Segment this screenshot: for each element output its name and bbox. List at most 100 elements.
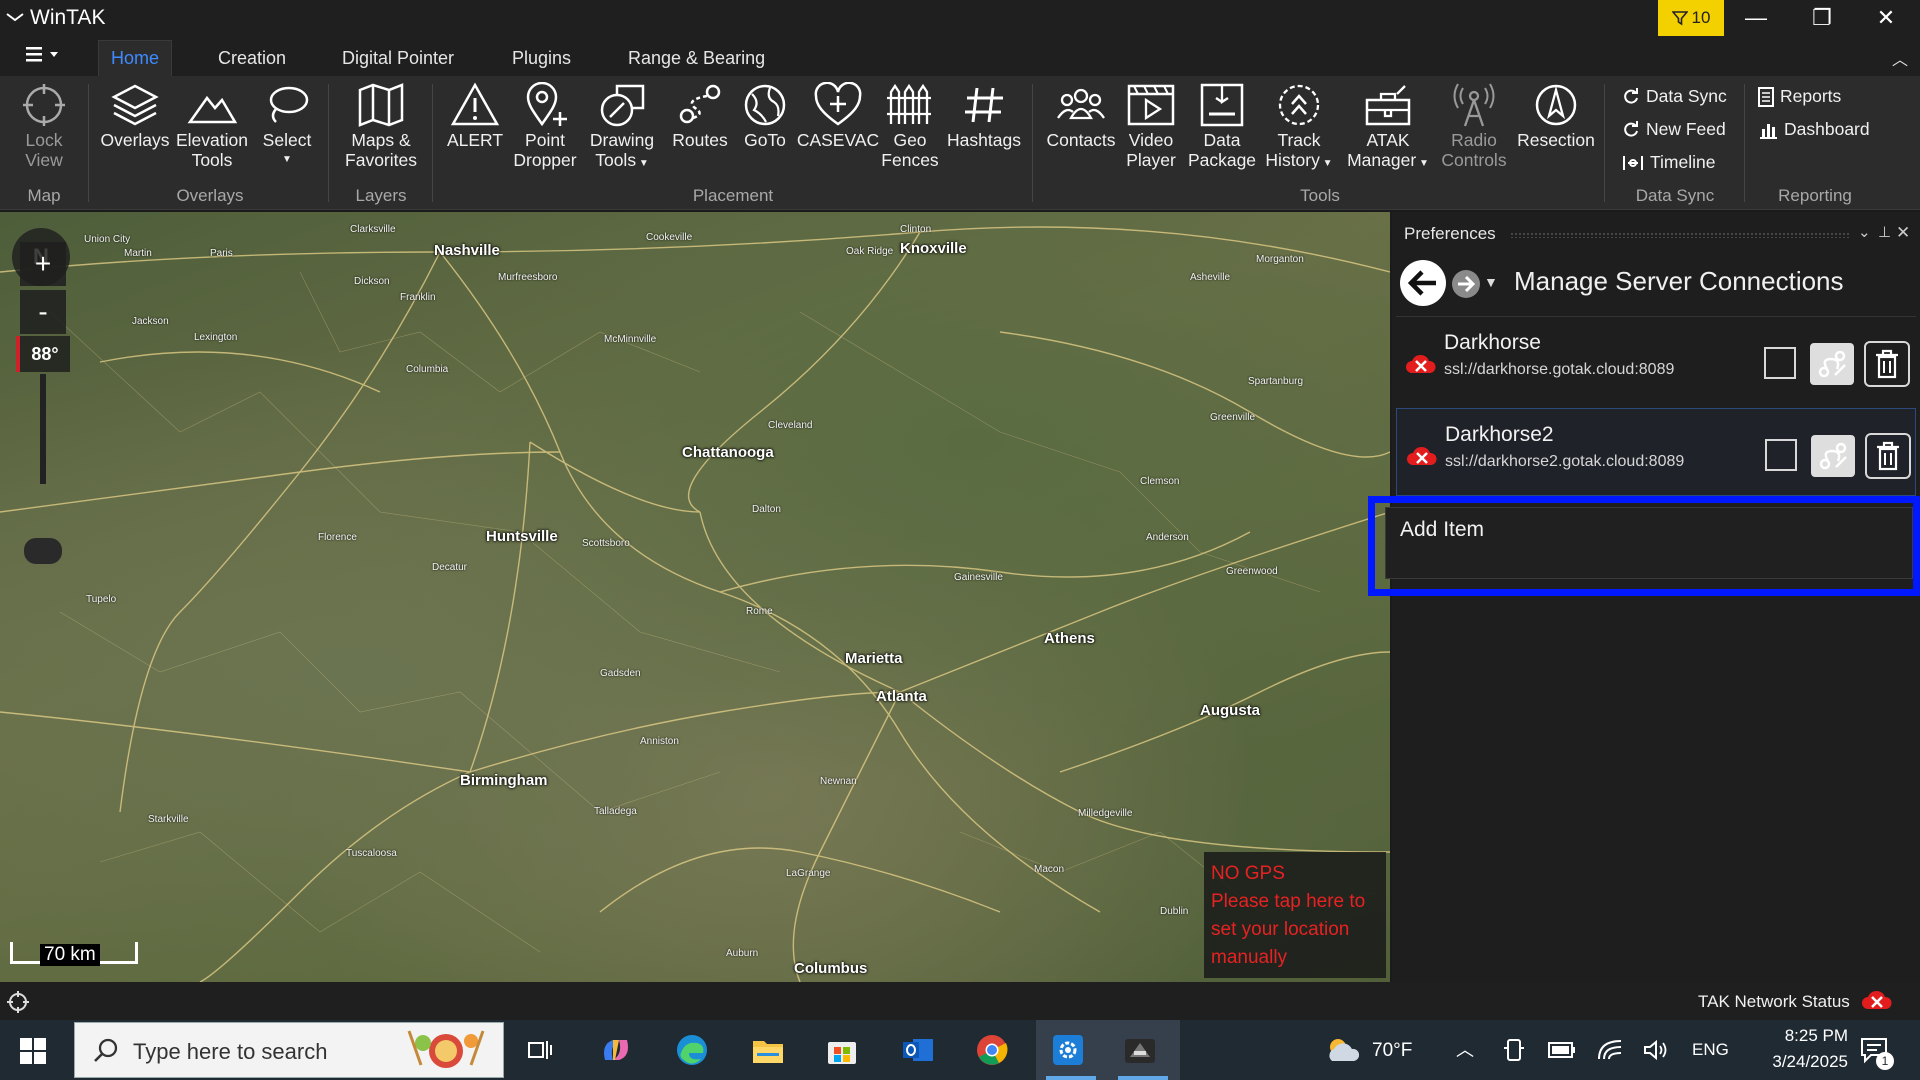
pin-icon[interactable]: ⊥ [1878, 223, 1891, 241]
town-label: Anderson [1146, 532, 1189, 543]
city-label: Marietta [845, 650, 903, 667]
tab-range-bearing[interactable]: Range & Bearing [616, 40, 777, 76]
resection-button[interactable]: Resection [1514, 82, 1598, 150]
close-button[interactable]: ✕ [1856, 0, 1916, 36]
wintak-app-icon[interactable] [1122, 1032, 1158, 1068]
chevron-down-icon[interactable]: ⌄ [1858, 223, 1871, 241]
server-enabled-checkbox[interactable] [1764, 347, 1796, 379]
forward-button[interactable] [1452, 270, 1480, 298]
edit-server-button[interactable] [1811, 435, 1855, 477]
taskbar-search-box[interactable]: Type here to search [74, 1022, 504, 1078]
tray-overflow-chevron-icon[interactable]: ︿ [1456, 1036, 1474, 1062]
history-dropdown-icon[interactable]: ▼ [1484, 274, 1498, 290]
zoom-out-button[interactable]: - [20, 290, 66, 334]
hamburger-menu-icon [26, 47, 58, 62]
filter-button[interactable]: 10 [1658, 0, 1724, 36]
back-button[interactable] [1400, 260, 1446, 306]
add-item-button[interactable]: Add Item [1385, 507, 1913, 579]
tab-creation[interactable]: Creation [206, 40, 298, 76]
casevac-button[interactable]: CASEVAC [796, 82, 880, 150]
file-explorer-icon[interactable] [750, 1032, 786, 1068]
tab-digital-pointer[interactable]: Digital Pointer [330, 40, 466, 76]
clock-time[interactable]: 8:25 PM [1752, 1026, 1848, 1046]
microsoft-store-icon[interactable] [824, 1032, 860, 1068]
town-label: Dublin [1160, 906, 1189, 917]
town-label: Paris [210, 248, 233, 259]
hashtags-button[interactable]: Hashtags [944, 82, 1024, 150]
dashboard-button[interactable]: Dashboard [1758, 119, 1870, 140]
no-gps-banner[interactable]: NO GPS Please tap here to set your locat… [1204, 852, 1386, 978]
tab-home[interactable]: Home [98, 40, 173, 76]
elevation-tools-button[interactable]: Elevation Tools [172, 82, 252, 170]
data-sync-button[interactable]: Data Sync [1622, 86, 1727, 107]
clock-date[interactable]: 3/24/2025 [1744, 1052, 1848, 1072]
minimize-button[interactable]: — [1726, 0, 1786, 36]
goto-button[interactable]: GoTo [736, 82, 794, 150]
town-label: Newnan [820, 776, 857, 787]
data-package-button[interactable]: Data Package [1186, 82, 1258, 170]
tab-plugins[interactable]: Plugins [500, 40, 583, 76]
town-label: Talladega [594, 806, 637, 817]
maps-favorites-button[interactable]: Maps & Favorites [338, 82, 424, 170]
server-enabled-checkbox[interactable] [1765, 439, 1797, 471]
chrome-browser-icon[interactable] [974, 1032, 1010, 1068]
map-view[interactable]: Nashville Knoxville Chattanooga Huntsvil… [0, 212, 1390, 982]
point-dropper-button[interactable]: Point Dropper [510, 82, 580, 170]
tilt-slider[interactable] [40, 374, 46, 484]
radio-controls-button[interactable]: Radio Controls [1438, 82, 1510, 170]
disconnected-cloud-icon[interactable] [1862, 989, 1892, 1013]
weather-temperature[interactable]: 70°F [1372, 1040, 1412, 1062]
reports-button[interactable]: Reports [1758, 86, 1841, 107]
server-row[interactable]: Darkhorse ssl://darkhorse.gotak.cloud:80… [1396, 316, 1916, 404]
atak-manager-button[interactable]: ATAK Manager ▼ [1344, 82, 1432, 174]
restore-button[interactable]: ❐ [1792, 0, 1852, 36]
main-menu-button[interactable] [24, 44, 64, 68]
geo-fences-button[interactable]: Geo Fences [878, 82, 942, 170]
preferences-panel: Preferences ⌄ ⊥ ✕ ▼ Manage Server Connec… [1368, 212, 1920, 982]
task-view-icon[interactable] [522, 1032, 558, 1068]
chevron-down-icon: ▼ [636, 158, 649, 169]
server-row[interactable]: Darkhorse2 ssl://darkhorse2.gotak.cloud:… [1396, 408, 1916, 496]
weather-cloud-sun-icon[interactable] [1320, 1032, 1364, 1068]
copilot-icon[interactable] [598, 1032, 634, 1068]
town-label: Scottsboro [582, 538, 630, 549]
routes-button[interactable]: Routes [666, 82, 734, 150]
location-crosshair-icon[interactable] [6, 990, 30, 1014]
close-icon[interactable]: ✕ [1896, 223, 1910, 243]
edit-server-button[interactable] [1810, 343, 1854, 385]
collapse-ribbon-icon[interactable]: ︿ [1892, 46, 1908, 70]
add-item-label: Add Item [1400, 518, 1485, 541]
delete-server-button[interactable] [1865, 433, 1911, 479]
battery-icon[interactable] [1544, 1032, 1580, 1068]
zoom-in-button[interactable]: + [20, 242, 66, 286]
lock-view-button[interactable]: Lock View [12, 82, 76, 170]
track-history-button[interactable]: Track History ▼ [1262, 82, 1336, 174]
timeline-button[interactable]: Timeline [1622, 152, 1715, 173]
town-label: Lexington [194, 332, 238, 343]
meet-now-icon[interactable] [1496, 1032, 1532, 1068]
alert-button[interactable]: ALERT [442, 82, 508, 150]
wifi-icon[interactable] [1592, 1032, 1628, 1068]
windows-start-icon[interactable] [20, 1038, 46, 1064]
tilt-slider-handle[interactable] [24, 538, 62, 564]
video-player-button[interactable]: Video Player [1122, 82, 1180, 170]
edge-browser-icon[interactable] [674, 1032, 710, 1068]
contacts-button[interactable]: Contacts [1042, 82, 1120, 150]
notifications-icon[interactable]: 1 [1856, 1032, 1894, 1070]
overlays-button[interactable]: Overlays [98, 82, 172, 150]
town-label: Anniston [640, 736, 679, 747]
new-feed-button[interactable]: New Feed [1622, 119, 1726, 140]
input-language[interactable]: ENG [1692, 1040, 1729, 1060]
app-title: WinTAK [30, 6, 106, 29]
drawing-tools-button[interactable]: Drawing Tools ▼ [582, 82, 662, 174]
scale-label: 70 km [40, 944, 100, 966]
settings-gear-app-icon[interactable] [1050, 1032, 1086, 1068]
panel-drag-grip[interactable] [1510, 232, 1850, 238]
select-button[interactable]: Select ▼ [254, 82, 320, 170]
volume-icon[interactable] [1638, 1032, 1674, 1068]
outlook-icon[interactable] [900, 1032, 936, 1068]
city-label: Augusta [1200, 702, 1260, 719]
group-label-overlays: Overlays [176, 186, 244, 205]
delete-server-button[interactable] [1864, 341, 1910, 387]
tak-network-status-label[interactable]: TAK Network Status [1698, 992, 1850, 1012]
